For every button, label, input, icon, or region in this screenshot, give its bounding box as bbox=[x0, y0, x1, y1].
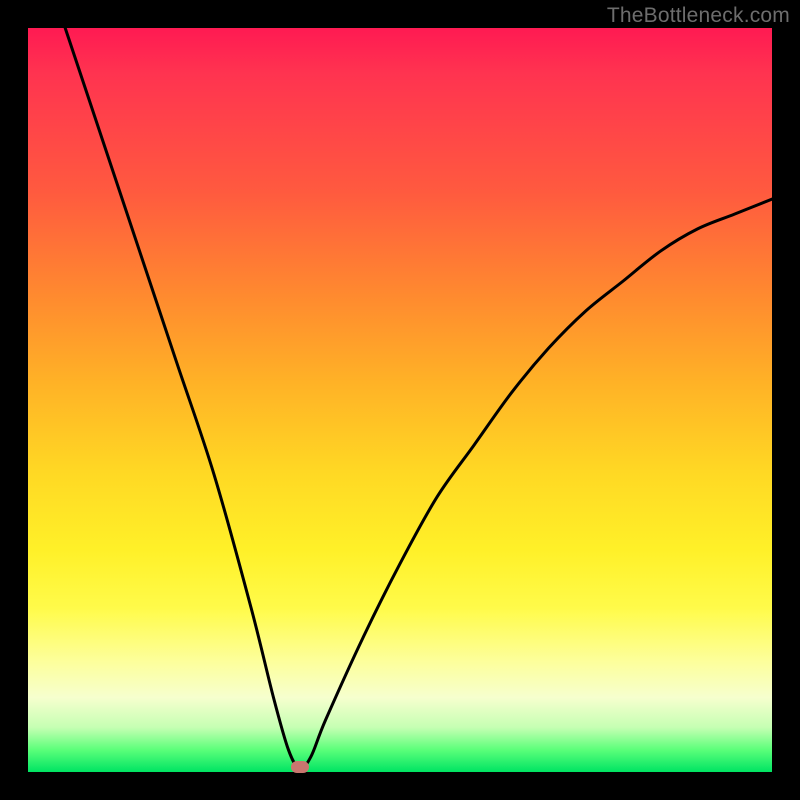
bottleneck-curve-path bbox=[65, 28, 772, 768]
plot-area bbox=[28, 28, 772, 772]
watermark-text: TheBottleneck.com bbox=[607, 4, 790, 28]
curve-svg bbox=[28, 28, 772, 772]
optimal-point-marker bbox=[291, 761, 309, 773]
chart-frame: TheBottleneck.com bbox=[0, 0, 800, 800]
